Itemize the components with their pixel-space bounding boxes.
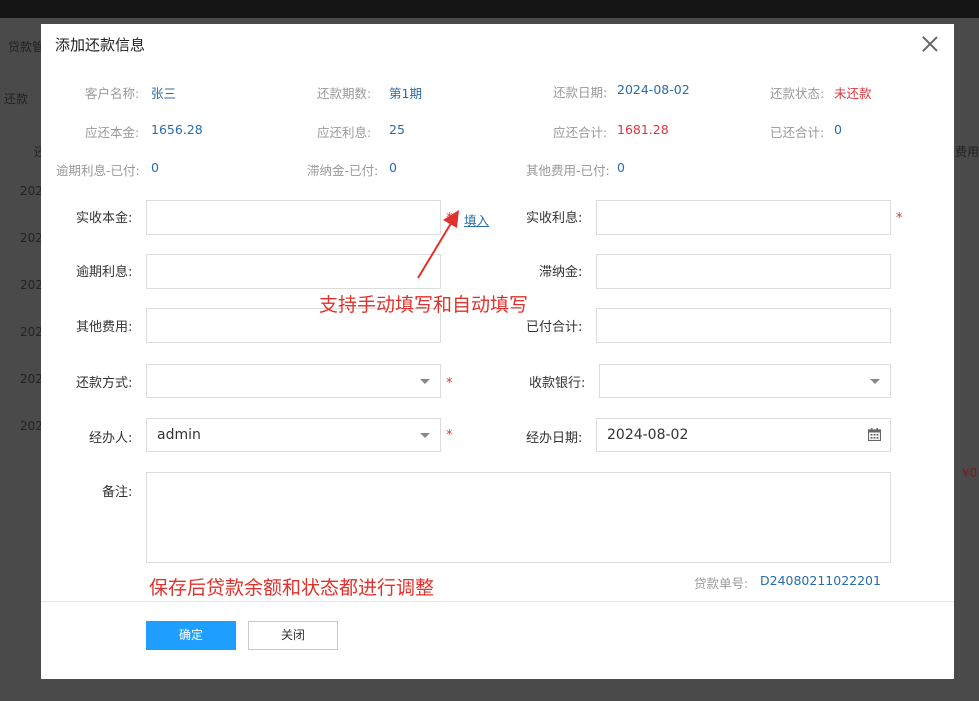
customer-name-label: 客户名称: <box>85 86 140 101</box>
chevron-down-icon <box>420 379 430 384</box>
dialog-title: 添加还款信息 <box>55 36 146 54</box>
remark-label: 备注: <box>102 485 133 500</box>
paid-sum-label: 已付合计: <box>526 320 583 335</box>
footer-divider <box>41 601 954 602</box>
status-value: 未还款 <box>834 86 872 101</box>
bg-header-right: 费用 <box>955 145 979 159</box>
overdue-interest-input[interactable] <box>146 254 441 289</box>
other-paid-label: 其他费用-已付: <box>526 163 610 178</box>
total-due-value: 1681.28 <box>617 122 669 137</box>
close-button[interactable]: 关闭 <box>248 621 338 650</box>
interest-due-value: 25 <box>389 122 405 137</box>
repay-date-label: 还款日期: <box>553 85 608 100</box>
bg-toolbar-text: 还款 <box>4 92 29 106</box>
handle-date-label: 经办日期: <box>526 431 583 446</box>
handle-date-value: 2024-08-02 <box>607 427 689 443</box>
save-annotation: 保存后贷款余额和状态都进行调整 <box>149 577 435 599</box>
top-bar <box>0 0 979 18</box>
overdue-paid-label: 逾期利息-已付: <box>56 163 140 178</box>
other-paid-value: 0 <box>617 160 625 175</box>
bg-total-red: ¥0 <box>962 466 978 480</box>
loan-no-label: 贷款单号: <box>694 576 749 591</box>
chevron-down-icon <box>870 379 880 384</box>
overdue-paid-value: 0 <box>151 160 159 175</box>
paid-total-value: 0 <box>834 122 842 137</box>
period-value: 第1期 <box>389 86 422 101</box>
handle-date-picker[interactable]: 2024-08-02 <box>596 418 891 452</box>
principal-due-label: 应还本金: <box>85 125 140 140</box>
overdue-interest-label: 逾期利息: <box>76 265 133 280</box>
calendar-icon <box>868 428 881 441</box>
actual-principal-label: 实收本金: <box>76 211 133 226</box>
handler-select[interactable]: admin <box>146 418 441 452</box>
required-mark: * <box>446 428 453 443</box>
annotation-arrow-icon <box>417 210 459 279</box>
add-repayment-dialog: 添加还款信息 客户名称: 张三 还款期数: 第1期 还款日期: 2024-08-… <box>41 24 954 679</box>
required-mark: * <box>446 376 453 391</box>
required-mark: * <box>896 211 903 226</box>
bank-select[interactable] <box>599 364 891 398</box>
paid-total-label: 已还合计: <box>770 125 825 140</box>
actual-principal-input[interactable] <box>146 200 441 235</box>
handler-label: 经办人: <box>89 431 133 446</box>
handler-value: admin <box>157 427 201 443</box>
customer-name-value: 张三 <box>151 86 177 101</box>
late-fee-paid-value: 0 <box>389 160 397 175</box>
late-fee-paid-label: 滞纳金-已付: <box>307 163 379 178</box>
period-label: 还款期数: <box>317 86 372 101</box>
confirm-button[interactable]: 确定 <box>146 621 236 650</box>
actual-interest-input[interactable] <box>596 200 891 235</box>
other-fee-label: 其他费用: <box>76 320 133 335</box>
bg-menu-text: 贷款管 <box>8 40 45 54</box>
interest-due-label: 应还利息: <box>317 125 372 140</box>
repay-method-select[interactable] <box>146 364 441 398</box>
repay-date-value: 2024-08-02 <box>617 82 690 97</box>
fill-in-link[interactable]: 填入 <box>464 210 489 229</box>
remark-textarea[interactable] <box>146 472 891 563</box>
close-icon[interactable] <box>920 34 940 54</box>
loan-no-value: D24080211022201 <box>760 573 881 588</box>
late-fee-input[interactable] <box>596 254 891 289</box>
late-fee-label: 滞纳金: <box>539 265 583 280</box>
principal-due-value: 1656.28 <box>151 122 203 137</box>
chevron-down-icon <box>420 433 430 438</box>
fill-annotation: 支持手动填写和自动填写 <box>319 294 529 316</box>
status-label: 还款状态: <box>770 86 825 101</box>
total-due-label: 应还合计: <box>553 125 608 140</box>
paid-sum-input[interactable] <box>596 308 891 343</box>
actual-interest-label: 实收利息: <box>526 211 583 226</box>
method-label: 还款方式: <box>76 376 133 391</box>
bank-label: 收款银行: <box>529 376 586 391</box>
